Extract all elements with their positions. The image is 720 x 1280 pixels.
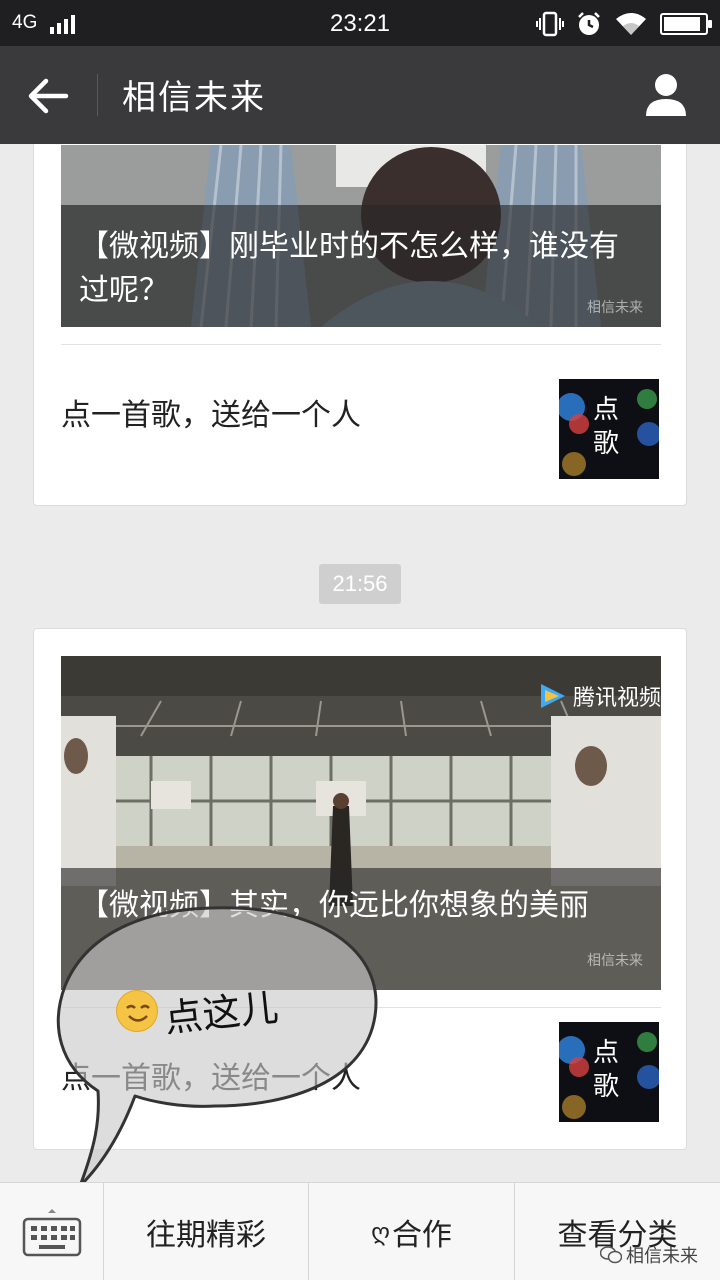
header-divider <box>97 74 98 116</box>
article-card[interactable]: 【微视频】刚毕业时的不怎么样，谁没有过呢？ 相信未来 点一首歌，送给一个人 点 … <box>33 144 687 506</box>
vibrate-icon <box>536 11 564 37</box>
sub-article-thumbnail[interactable]: 点 歌 <box>559 1022 659 1122</box>
thumbnail-text: 点 歌 <box>593 1038 620 1102</box>
menu-cooperation[interactable]: ღ 合作 <box>308 1183 514 1280</box>
sub-article-title[interactable]: 点一首歌，送给一个人 <box>61 390 361 434</box>
chat-header: 相信未来 <box>0 46 720 144</box>
menu-label: 往期精彩 <box>146 1218 266 1253</box>
cover-caption: 【微视频】刚毕业时的不怎么样，谁没有过呢？ <box>79 229 619 308</box>
cover-watermark: 相信未来 <box>587 300 643 316</box>
video-source-badge: 腾讯视频 <box>537 680 661 712</box>
cover-watermark: 相信未来 <box>587 953 643 969</box>
menu-label: 合作 <box>391 1218 452 1253</box>
divider <box>61 1007 661 1008</box>
wifi-icon <box>616 13 646 35</box>
back-arrow-icon[interactable] <box>26 76 70 116</box>
cooperation-icon: ღ <box>371 1218 390 1246</box>
tencent-video-icon <box>540 684 565 708</box>
wechat-icon <box>600 1246 622 1264</box>
menu-past-highlights[interactable]: 往期精彩 <box>104 1183 308 1280</box>
article-card[interactable]: 腾讯视频 【微视频】其实，你远比你想象的美丽 相信未来 点一首歌，送给一个人 点… <box>33 628 687 1150</box>
status-bar: 4G 23:21 <box>0 0 720 46</box>
cover-caption: 【微视频】其实，你远比你想象的美丽 <box>79 888 589 923</box>
bottom-menu: 往期精彩 ღ 合作 查看分类 相信未来 <box>0 1182 720 1280</box>
time-divider: 21:56 <box>319 564 401 604</box>
wechat-watermark: 相信未来 <box>600 1242 698 1268</box>
watermark-text: 相信未来 <box>626 1246 698 1267</box>
divider <box>61 344 661 345</box>
chat-title: 相信未来 <box>122 78 266 118</box>
keyboard-toggle-button[interactable] <box>0 1183 104 1280</box>
thumbnail-text: 点 歌 <box>593 395 620 459</box>
video-source-label: 腾讯视频 <box>572 686 661 711</box>
keyboard-icon <box>22 1209 82 1257</box>
article-cover[interactable]: 【微视频】刚毕业时的不怎么样，谁没有过呢？ 相信未来 <box>61 145 661 327</box>
profile-icon[interactable] <box>644 72 688 118</box>
alarm-icon <box>578 12 600 35</box>
sub-article-title[interactable]: 点一首歌，送给一个人 <box>61 1053 361 1097</box>
message-list[interactable]: 【微视频】刚毕业时的不怎么样，谁没有过呢？ 相信未来 点一首歌，送给一个人 点 … <box>0 144 720 1182</box>
sub-article-thumbnail[interactable]: 点 歌 <box>559 379 659 479</box>
battery-icon <box>660 13 712 35</box>
article-cover[interactable]: 腾讯视频 【微视频】其实，你远比你想象的美丽 相信未来 <box>61 656 661 990</box>
